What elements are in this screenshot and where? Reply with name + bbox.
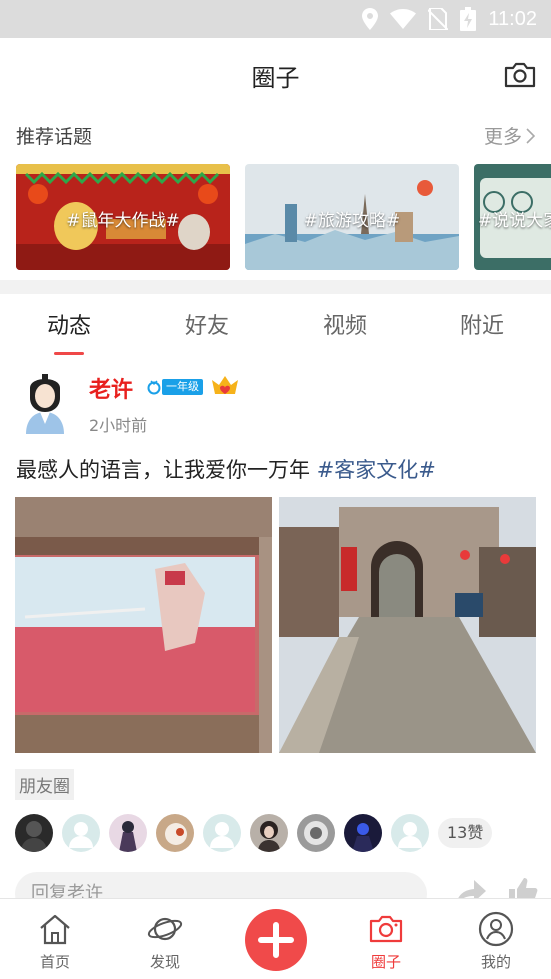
photo-street-image [279, 497, 536, 753]
avatar-image [344, 814, 382, 852]
default-avatar-icon [203, 814, 241, 852]
liker-avatar[interactable] [62, 814, 100, 852]
chevron-right-icon [526, 127, 535, 144]
avatar-image [297, 814, 335, 852]
post-photo[interactable] [15, 497, 272, 753]
topic-label: #说说大家 [478, 211, 551, 231]
like-count[interactable]: 13赞 [438, 818, 493, 848]
page-title: 圈子 [251, 64, 300, 92]
nav-label: 首页 [39, 953, 70, 971]
tab-shipin[interactable]: 视频 [276, 308, 414, 340]
tab-haoyou[interactable]: 好友 [138, 308, 276, 340]
author-name[interactable]: 老许 [89, 372, 133, 404]
avatar-image [156, 814, 194, 852]
topic-carousel[interactable]: #鼠年大作战# #旅游攻略# #说说大家 [16, 164, 551, 270]
level-ring-icon [147, 380, 161, 395]
liker-avatar[interactable] [344, 814, 382, 852]
section-title: 推荐话题 [16, 126, 93, 148]
liker-avatars: 13赞 [15, 814, 493, 852]
status-time: 11:02 [488, 7, 537, 30]
source-tag: 朋友圈 [15, 769, 74, 800]
nav-home[interactable]: 首页 [15, 911, 95, 972]
nav-label: 我的 [480, 953, 511, 971]
tab-fujin[interactable]: 附近 [413, 308, 551, 340]
topic-card[interactable]: #旅游攻略# [245, 164, 459, 270]
author-avatar[interactable] [16, 370, 74, 434]
wifi-icon [390, 9, 417, 29]
topic-label: #鼠年大作战# [66, 211, 180, 231]
liker-avatar[interactable] [15, 814, 53, 852]
bottom-nav: 首页 发现 圈子 我的 [0, 898, 551, 979]
liker-avatar[interactable] [391, 814, 429, 852]
default-avatar-icon [391, 814, 429, 852]
recommend-section-header: 推荐话题 更多 [0, 112, 551, 158]
section-divider [0, 280, 551, 294]
camera-icon [369, 915, 403, 943]
avatar-image [250, 814, 288, 852]
camera-button[interactable] [503, 60, 537, 90]
topic-card[interactable]: #说说大家 [474, 164, 551, 270]
feed-tabs: 动态 好友 视频 附近 [0, 294, 551, 358]
post-text: 最感人的语言，让我爱你一万年 #客家文化# [16, 454, 436, 484]
topic-label: #旅游攻略# [303, 211, 401, 231]
nav-label: 圈子 [370, 953, 401, 971]
publish-button[interactable] [245, 909, 307, 971]
planet-icon [147, 917, 183, 941]
post-time: 2小时前 [89, 416, 148, 435]
avatar-image [109, 814, 147, 852]
default-avatar-icon [62, 814, 100, 852]
no-sim-icon [428, 8, 449, 30]
avatar-image [16, 370, 74, 434]
home-icon [40, 914, 70, 945]
liker-avatar[interactable] [156, 814, 194, 852]
more-link[interactable]: 更多 [484, 122, 535, 149]
avatar-image [15, 814, 53, 852]
crown-icon [212, 376, 238, 394]
photo-poster-image [15, 497, 272, 753]
liker-avatar[interactable] [203, 814, 241, 852]
post-body: 最感人的语言，让我爱你一万年 [16, 458, 317, 482]
camera-icon [504, 62, 536, 88]
profile-icon [478, 911, 514, 947]
status-bar: 11:02 [0, 0, 551, 38]
nav-profile[interactable]: 我的 [456, 911, 536, 972]
nav-discover[interactable]: 发现 [125, 911, 205, 972]
status-icons: 11:02 [362, 6, 537, 32]
liker-avatar[interactable] [109, 814, 147, 852]
plus-icon [258, 922, 294, 958]
header: 圈子 [0, 38, 551, 112]
topic-card[interactable]: #鼠年大作战# [16, 164, 230, 270]
liker-avatar[interactable] [297, 814, 335, 852]
level-badge: 一年级 [146, 378, 203, 396]
post-photo[interactable] [279, 497, 536, 753]
tab-dongtai[interactable]: 动态 [0, 308, 138, 340]
liker-avatar[interactable] [250, 814, 288, 852]
battery-charging-icon [460, 7, 477, 31]
location-icon [362, 8, 379, 30]
nav-circle[interactable]: 圈子 [346, 911, 426, 972]
tab-indicator [54, 352, 84, 355]
nav-label: 发现 [149, 953, 180, 971]
post-hashtag[interactable]: #客家文化# [317, 458, 436, 482]
level-text: 一年级 [162, 379, 203, 395]
more-label: 更多 [483, 126, 522, 148]
